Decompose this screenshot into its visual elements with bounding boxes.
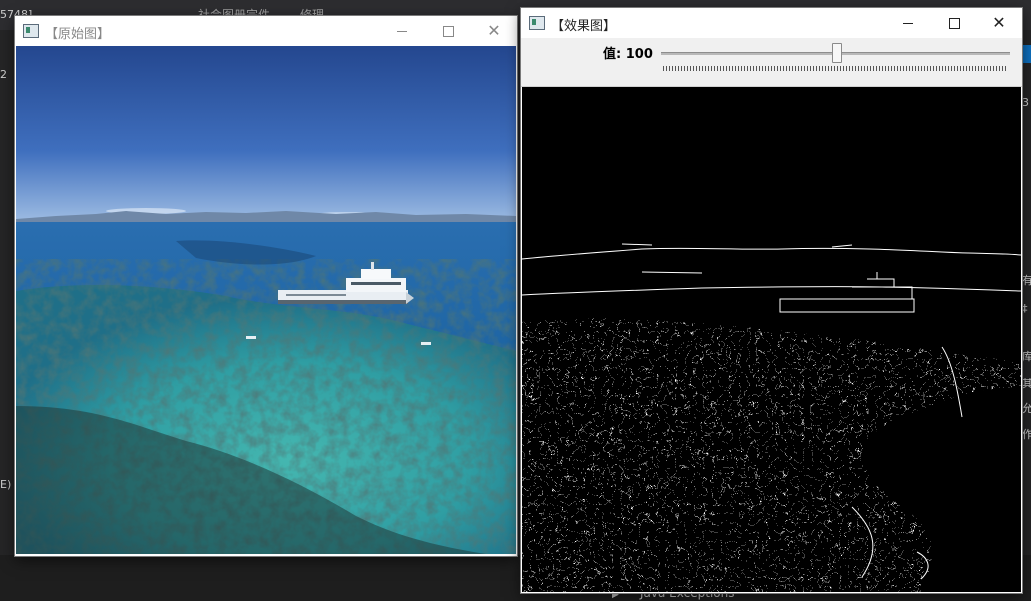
minimize-button[interactable] bbox=[885, 8, 931, 38]
maximize-icon bbox=[948, 17, 960, 29]
app-window-icon bbox=[23, 24, 39, 38]
ide-left-fragment: 2 bbox=[0, 68, 7, 81]
original-image-window[interactable]: 【原始图】 ✕ bbox=[15, 16, 517, 556]
original-image bbox=[16, 46, 516, 554]
close-icon: ✕ bbox=[992, 13, 1006, 32]
ide-left-fragment: E) bbox=[0, 478, 12, 491]
slider-value-label: 值: 100 bbox=[603, 47, 653, 62]
edge-detection-output bbox=[522, 87, 1021, 592]
minimize-button[interactable] bbox=[379, 16, 425, 46]
ide-left-panel: 5748] 2 E) bbox=[0, 8, 32, 601]
effect-image-window[interactable]: 【效果图】 ✕ 值: 100 bbox=[521, 8, 1022, 593]
close-button[interactable]: ✕ bbox=[976, 8, 1022, 38]
maximize-button[interactable] bbox=[931, 8, 977, 38]
close-button[interactable]: ✕ bbox=[471, 16, 517, 46]
window-title: 【原始图】 bbox=[45, 27, 111, 42]
ide-right-fragment: 有 bbox=[1022, 274, 1031, 287]
maximize-button[interactable] bbox=[425, 16, 471, 46]
maximize-icon bbox=[442, 25, 454, 37]
ocean-reef-photo bbox=[16, 46, 516, 554]
ide-right-fragment: 库 bbox=[1022, 350, 1031, 363]
edge-detection-image bbox=[522, 87, 1021, 592]
app-window-icon bbox=[529, 16, 545, 30]
slider-thumb[interactable] bbox=[831, 43, 842, 63]
window-titlebar[interactable]: 【效果图】 ✕ bbox=[521, 8, 1022, 38]
ide-right-fragment: 作 bbox=[1022, 428, 1031, 441]
ide-right-panel: 3 有 ‡ 库 其 允 作 bbox=[1022, 30, 1031, 601]
minimize-icon bbox=[903, 22, 913, 24]
ide-right-fragment: 3 bbox=[1022, 96, 1029, 109]
minimize-icon bbox=[397, 30, 407, 32]
slider-ticks bbox=[663, 66, 1008, 71]
ide-right-fragment: 其 bbox=[1022, 377, 1031, 390]
close-icon: ✕ bbox=[487, 21, 501, 40]
ide-right-fragment: ‡ bbox=[1022, 302, 1028, 315]
ide-right-highlight bbox=[1022, 45, 1031, 63]
ide-right-fragment: 允 bbox=[1022, 402, 1031, 415]
window-titlebar[interactable]: 【原始图】 ✕ bbox=[15, 16, 517, 46]
window-title: 【效果图】 bbox=[551, 19, 617, 34]
trackbar-area: 值: 100 bbox=[521, 38, 1022, 87]
